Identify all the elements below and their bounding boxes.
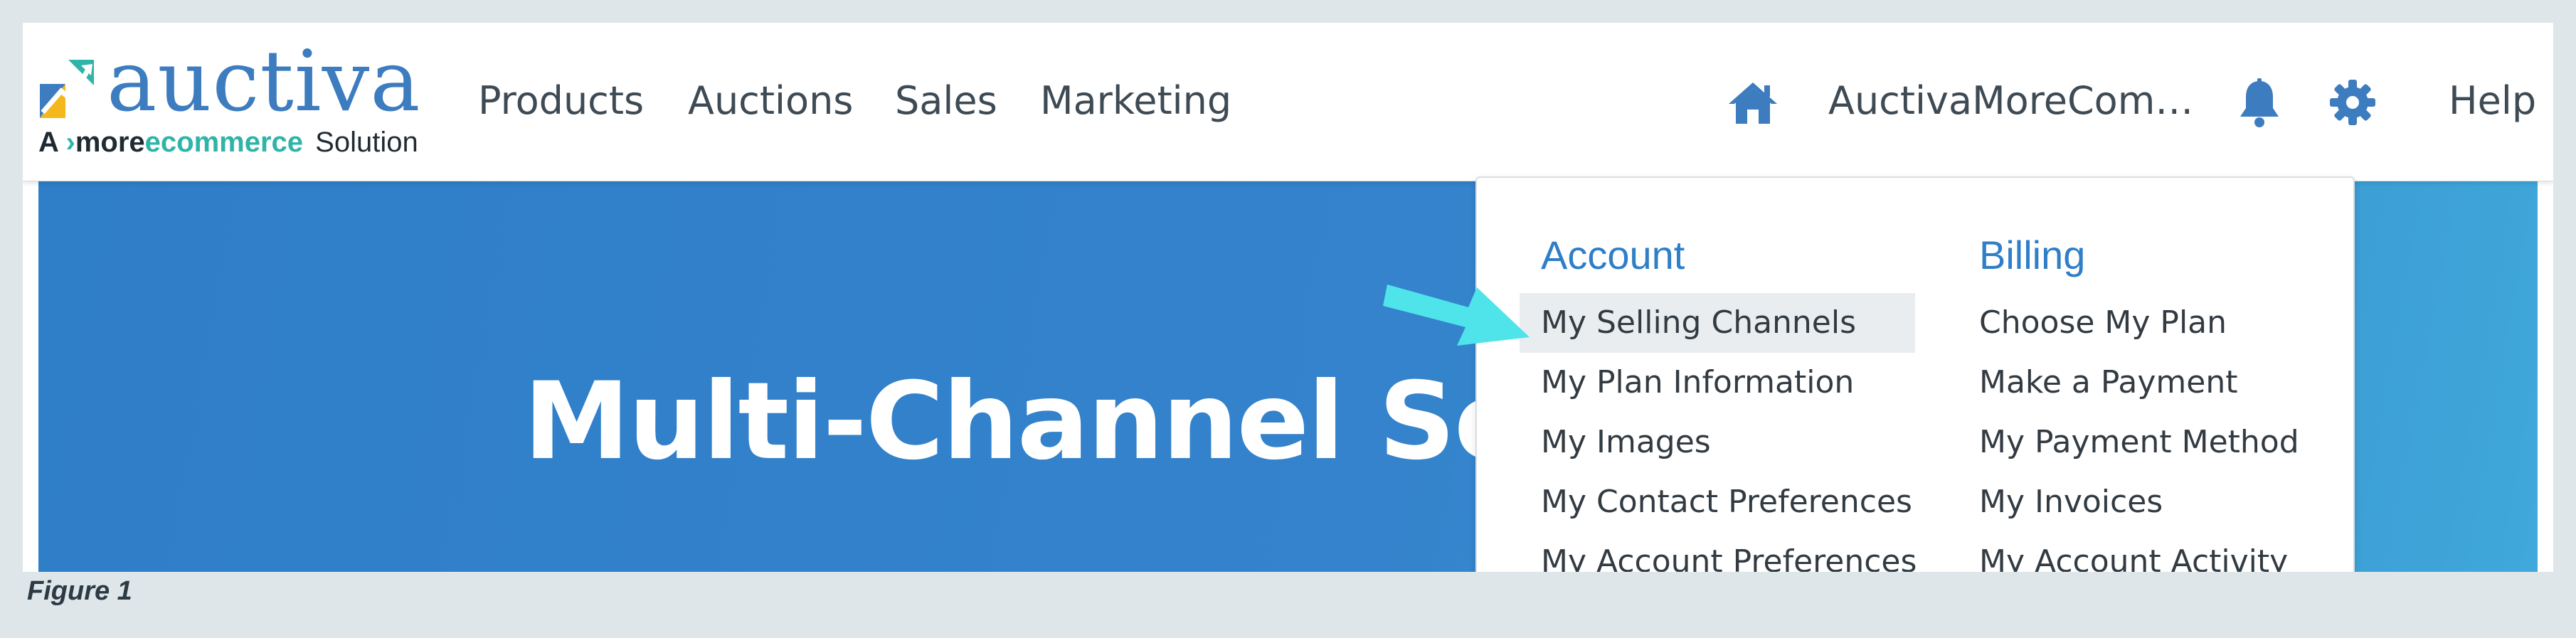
figure-caption: Figure 1 [27,576,132,606]
tagline-suffix: Solution [315,127,418,158]
billing-heading: Billing [1979,233,2086,277]
account-heading: Account [1541,233,1685,277]
help-link[interactable]: Help [2449,78,2536,123]
home-icon[interactable] [1727,81,1779,125]
gear-icon[interactable] [2330,80,2375,125]
menu-item-my-images[interactable]: My Images [1520,413,1711,472]
nav-auctions[interactable]: Auctions [688,78,853,123]
account-menu[interactable]: AuctivaMoreCom… [1828,78,2193,123]
menu-item-my-contact-preferences[interactable]: My Contact Preferences [1520,472,1912,532]
menu-item-make-a-payment[interactable]: Make a Payment [1958,353,2237,413]
menu-item-choose-my-plan[interactable]: Choose My Plan [1958,293,2227,353]
bell-icon[interactable] [2237,78,2281,128]
menu-item-my-payment-method[interactable]: My Payment Method [1958,413,2299,472]
logo-mark-icon [40,60,94,118]
arrow-icon [1383,285,1530,346]
menu-item-my-invoices[interactable]: My Invoices [1958,472,2163,532]
tagline-ecommerce: ecommerce [144,127,304,158]
tagline-chevron-icon: › [65,127,75,158]
settings-dropdown: Account My Selling Channels My Plan Info… [1475,176,2355,572]
menu-item-my-plan-information[interactable]: My Plan Information [1520,353,1854,413]
tagline-more: more [75,127,145,158]
nav-marketing[interactable]: Marketing [1040,78,1231,123]
logo-wordmark: auctiva [107,32,421,130]
menu-item-my-selling-channels[interactable]: My Selling Channels [1520,293,1915,353]
app-window: auctiva A ›moreecommerce Solution Produc… [23,23,2553,572]
menu-item-my-account-activity[interactable]: My Account Activity [1958,532,2288,572]
tagline-prefix: A [38,127,58,158]
logo-tagline: A ›moreecommerce Solution [38,127,418,159]
top-navbar: auctiva A ›moreecommerce Solution Produc… [23,23,2553,181]
nav-sales[interactable]: Sales [895,78,997,123]
menu-item-my-account-preferences[interactable]: My Account Preferences [1520,532,1917,572]
nav-products[interactable]: Products [478,78,644,123]
